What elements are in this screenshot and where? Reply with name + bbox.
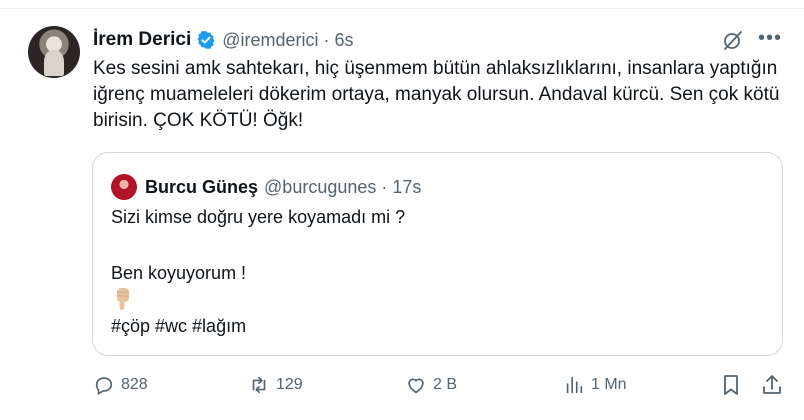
author-name[interactable]: İrem Derici [93,29,191,51]
views-button[interactable]: 1 Mn [563,370,627,400]
quoted-tweet[interactable]: Burcu Güneş @burcugunes · 17s Sizi kimse… [92,152,783,356]
author-avatar[interactable] [28,26,80,78]
quoted-text-line-1: Sizi kimse doğru yere koyamadı mi ? [111,207,406,227]
quoted-tweet-header: Burcu Güneş @burcugunes · 17s [145,174,421,200]
grok-icon[interactable] [720,28,746,52]
views-count: 1 Mn [591,376,627,393]
heart-icon [408,378,424,394]
reply-icon [95,377,113,396]
tweet-timestamp[interactable]: 6s [335,30,354,51]
tweet-actions: 828 129 2 B 1 Mn [0,370,804,400]
quoted-author-handle[interactable]: @burcugunes [264,177,376,198]
author-handle[interactable]: @iremderici [222,30,318,51]
quoted-hashtags[interactable]: #çöp #wc #lağım [111,316,246,337]
repost-button[interactable]: 129 [248,370,303,400]
quoted-author-avatar[interactable] [111,174,137,200]
more-icon[interactable]: ••• [757,27,783,53]
share-icon[interactable] [760,373,784,397]
separator-dot: · [323,29,330,50]
repost-count: 129 [276,376,303,393]
quoted-author-name[interactable]: Burcu Güneş [145,177,258,198]
bookmark-icon[interactable] [719,373,743,397]
like-button[interactable]: 2 B [405,370,457,400]
tweet-header: İrem Derici @iremderici · 6s [93,28,354,52]
tweet-text: Kes sesini amk sahtekarı, hiç üşenmem bü… [93,58,780,131]
quoted-tweet-timestamp[interactable]: 17s [392,177,421,198]
pointing-down-emoji [117,288,129,310]
repost-icon [252,376,266,394]
reply-button[interactable]: 828 [93,370,148,400]
like-count: 2 B [433,376,458,393]
top-divider [0,0,804,9]
verified-badge-icon [197,31,215,49]
analytics-icon [566,376,583,394]
separator-dot: · [381,176,388,197]
quoted-text-line-2: Ben koyuyorum ! [111,263,247,283]
reply-count: 828 [121,376,148,393]
